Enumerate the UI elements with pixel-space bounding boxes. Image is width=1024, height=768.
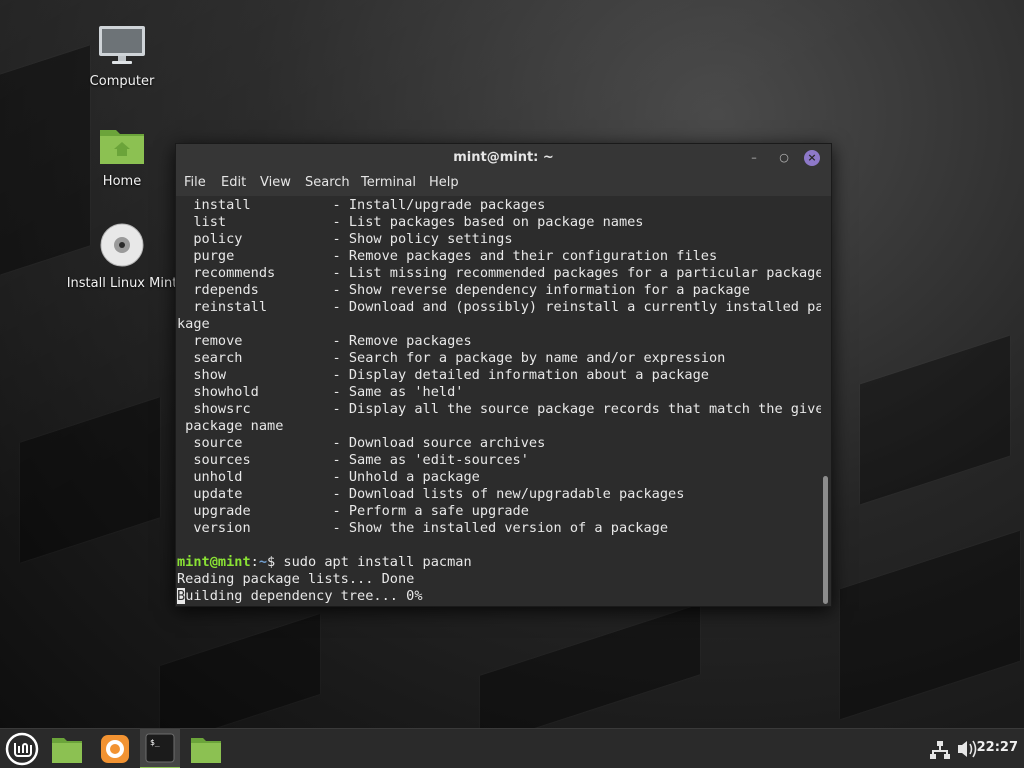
terminal-line: sources - Same as 'edit-sources' — [177, 452, 529, 468]
desktop-icon-home[interactable]: Home — [57, 124, 187, 189]
output-line: Building dependency tree... 0% — [177, 588, 423, 605]
desktop: Computer Home Install Linux Mint mint@mi… — [0, 0, 1024, 768]
terminal-line: policy - Show policy settings — [177, 231, 513, 247]
terminal-line: show - Display detailed information abou… — [177, 367, 709, 383]
volume-icon — [958, 740, 977, 758]
svg-text:$_: $_ — [150, 738, 160, 747]
desktop-icon-label: Home — [102, 174, 142, 189]
terminal-line: showhold - Same as 'held' — [177, 384, 464, 400]
text-cursor: B — [177, 588, 186, 604]
desktop-icon-install-linux-mint[interactable]: Install Linux Mint — [57, 222, 187, 291]
terminal-line: rdepends - Show reverse dependency infor… — [177, 282, 750, 298]
terminal-line: recommends - List missing recommended pa… — [177, 265, 821, 281]
scrollbar-thumb[interactable] — [823, 476, 828, 604]
desktop-icon-label: Install Linux Mint — [66, 276, 178, 291]
output-line: Reading package lists... Done — [177, 571, 415, 587]
terminal-line: update - Download lists of new/upgradabl… — [177, 486, 685, 502]
terminal-line: upgrade - Perform a safe upgrade — [177, 503, 529, 519]
prompt-path: ~ — [258, 554, 268, 570]
mint-menu-button[interactable] — [2, 729, 42, 768]
terminal-line: source - Download source archives — [177, 435, 546, 451]
wallpaper-tile — [160, 614, 320, 746]
maximize-icon[interactable]: ○ — [776, 150, 792, 166]
wallpaper-tile — [860, 335, 1010, 505]
output-text: uilding dependency tree... 0% — [185, 588, 423, 604]
taskbar: $_ 22:27 — [0, 728, 1024, 768]
terminal-button[interactable]: $_ — [140, 729, 180, 768]
wallpaper-tile — [840, 530, 1020, 720]
terminal-line: search - Search for a package by name an… — [177, 350, 726, 366]
terminal-line: showsrc - Display all the source package… — [177, 401, 821, 417]
terminal-line: list - List packages based on package na… — [177, 214, 644, 230]
files-icon — [191, 738, 221, 763]
wallpaper-tile — [480, 604, 700, 746]
home-folder-icon — [100, 130, 144, 164]
terminal-icon: $_ — [145, 733, 175, 763]
terminal-window[interactable]: mint@mint: ~ – ○ × File Edit View Search… — [175, 143, 832, 607]
prompt-line: mint@mint:~$ sudo apt install pacman — [177, 554, 472, 571]
files-button[interactable] — [186, 729, 226, 768]
terminal-line: purge - Remove packages and their config… — [177, 248, 718, 264]
menu-help[interactable]: Help — [429, 175, 459, 190]
desktop-icon-computer[interactable]: Computer — [57, 24, 187, 89]
terminal-content[interactable]: install - Install/upgrade packages list … — [176, 196, 821, 606]
terminal-line: version - Show the installed version of … — [177, 520, 669, 536]
disc-icon — [100, 223, 144, 267]
window-title: mint@mint: ~ — [453, 150, 554, 165]
close-icon[interactable]: × — [804, 150, 820, 166]
menu-edit[interactable]: Edit — [221, 175, 246, 190]
prompt-separator: : — [250, 554, 259, 570]
prompt-user: mint@mint — [177, 554, 251, 570]
terminal-line: unhold - Unhold a package — [177, 469, 480, 485]
menu-terminal[interactable]: Terminal — [361, 175, 416, 190]
menu-bar: File Edit View Search Terminal Help — [176, 172, 831, 196]
firefox-icon — [101, 735, 129, 763]
network-icon — [930, 741, 950, 759]
menu-search[interactable]: Search — [305, 175, 350, 190]
menu-file[interactable]: File — [184, 175, 206, 190]
show-desktop-button[interactable] — [47, 729, 87, 768]
show-desktop-icon — [52, 738, 82, 763]
window-titlebar[interactable]: mint@mint: ~ – ○ × — [176, 144, 831, 172]
desktop-icon-label: Computer — [89, 74, 155, 89]
terminal-line: reinstall - Download and (possibly) rein… — [177, 299, 821, 315]
prompt-command: $ sudo apt install pacman — [267, 554, 472, 570]
firefox-button[interactable] — [95, 729, 135, 768]
clock[interactable]: 22:27 — [977, 740, 1018, 755]
computer-icon — [99, 26, 145, 64]
scrollbar[interactable] — [821, 196, 831, 606]
terminal-line: package name — [177, 418, 284, 434]
minimize-icon[interactable]: – — [746, 150, 762, 166]
wallpaper-tile — [20, 397, 160, 563]
terminal-line: install - Install/upgrade packages — [177, 197, 546, 213]
mint-menu-icon — [5, 732, 39, 766]
terminal-line: remove - Remove packages — [177, 333, 472, 349]
terminal-line: kage — [177, 316, 210, 332]
menu-view[interactable]: View — [260, 175, 291, 190]
